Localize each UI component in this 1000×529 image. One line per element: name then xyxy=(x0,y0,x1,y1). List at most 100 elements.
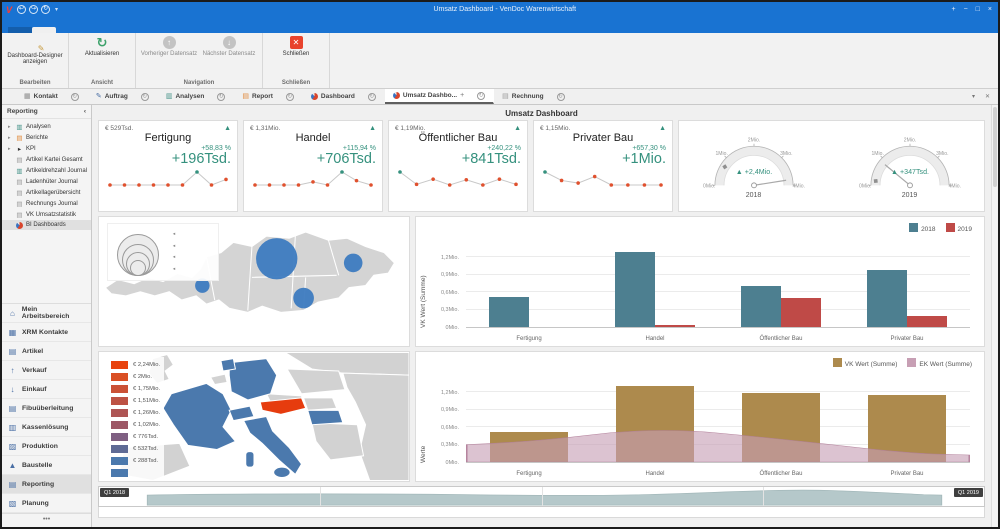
tree-item[interactable]: ▸ ▥ Artikeldrehzahl Journal xyxy=(2,165,91,176)
legend-item[interactable]: EK Wert (Summe) xyxy=(907,358,972,368)
tree-item[interactable]: ▸ ▤ Artikel Kartei Gesamt xyxy=(2,154,91,165)
tab-refresh-icon[interactable]: ↻ xyxy=(71,93,79,101)
bar-vk-wert-summe-[interactable] xyxy=(868,395,946,462)
module-item[interactable]: ▥ Kassenlösung xyxy=(2,418,91,437)
x-axis-labels: FertigungHandelÖffentlicher BauPrivater … xyxy=(466,471,970,477)
document-tab[interactable]: ▤ Rechnung + ↻ xyxy=(494,89,573,104)
maximize-button[interactable]: □ xyxy=(976,6,980,13)
tab-icon: ▤ xyxy=(242,93,249,100)
bar-vk-wert-summe-[interactable] xyxy=(616,386,694,462)
module-item[interactable]: ▤ Fibuüberleitung xyxy=(2,399,91,418)
refresh-button[interactable]: ↻ Aktualisieren xyxy=(73,35,131,57)
legend-value: € 1,51Mio. xyxy=(133,398,160,404)
legend-item[interactable]: 2018 xyxy=(909,223,935,233)
bar-vk-wert-summe-[interactable] xyxy=(742,393,820,462)
tab-refresh-icon[interactable]: ↻ xyxy=(217,93,225,101)
bar-2018[interactable] xyxy=(867,270,907,327)
arrow-down-circle-icon: ↓ xyxy=(223,36,236,49)
legend-item[interactable]: VK Wert (Summe) xyxy=(833,358,898,368)
bar-2018[interactable] xyxy=(741,286,781,327)
refresh-icon[interactable]: ↻ xyxy=(41,5,50,14)
collapse-sidebar-icon[interactable]: ‹ xyxy=(84,108,86,115)
document-tab[interactable]: Umsatz Dashbo... + ↻ xyxy=(385,89,494,104)
range-slider-track[interactable]: Q1 2018 Q1 2019 xyxy=(98,486,985,507)
tab-icon: ▥ xyxy=(166,93,173,100)
bar-vk-wert-summe-[interactable] xyxy=(490,432,568,462)
country-netherlands[interactable] xyxy=(221,359,235,371)
tab-list-dropdown-icon[interactable]: ▾ xyxy=(972,93,975,100)
vk-bar-chart-card: 20182019 VK Wert (Summe) 0Mio.0,3Mio.0,6… xyxy=(415,216,985,347)
module-item[interactable]: ▲ Baustelle xyxy=(2,456,91,475)
tab-refresh-icon[interactable]: ↻ xyxy=(557,93,565,101)
tab-refresh-icon[interactable]: ↻ xyxy=(141,93,149,101)
expand-arrow-icon[interactable]: ▸ xyxy=(8,135,13,141)
bar-2019[interactable] xyxy=(907,316,947,327)
sidebar-overflow-button[interactable]: ••• xyxy=(2,513,91,527)
tab-refresh-icon[interactable]: ↻ xyxy=(368,93,376,101)
tree-item[interactable]: ▸ ▤ Artikellagerübersicht xyxy=(2,187,91,198)
legend-item[interactable]: 2019 xyxy=(946,223,972,233)
previous-record-button[interactable]: ↑ Vorheriger Datensatz xyxy=(140,35,198,57)
trend-up-icon: ▲ xyxy=(514,125,521,132)
country-germany[interactable] xyxy=(229,359,277,400)
document-tab[interactable]: Dashboard + ↻ xyxy=(303,89,385,104)
range-start-handle[interactable]: Q1 2018 xyxy=(100,488,129,497)
module-item[interactable]: ⌂ Mein Arbeitsbereich xyxy=(2,304,91,323)
svg-text:▲ +2,4Mio.: ▲ +2,4Mio. xyxy=(735,168,771,176)
tabbar-close-icon[interactable]: ✕ xyxy=(985,93,990,100)
module-icon: ▤ xyxy=(8,347,17,356)
tree-item-icon: ▤ xyxy=(16,211,23,219)
country-france[interactable] xyxy=(163,383,235,449)
country-hungary[interactable] xyxy=(308,410,343,424)
range-end-handle[interactable]: Q1 2019 xyxy=(954,488,983,497)
tree-item[interactable]: ▸ ▸ KPI xyxy=(2,143,91,154)
pin-icon[interactable]: + xyxy=(460,92,464,99)
document-tab[interactable]: ▥ Analysen + ↻ xyxy=(158,89,235,104)
svg-text:2Mio.: 2Mio. xyxy=(903,137,915,143)
module-item[interactable]: ▦ XRM Kontakte xyxy=(2,323,91,342)
document-tab[interactable]: ▦ Kontakt + ↻ xyxy=(16,89,88,104)
bar-2019[interactable] xyxy=(655,325,695,327)
tree-item[interactable]: ▸ ▤ Berichte xyxy=(2,132,91,143)
tab-refresh-icon[interactable]: ↻ xyxy=(477,92,485,100)
module-item[interactable]: ↓ Einkauf xyxy=(2,380,91,399)
tree-item[interactable]: ▸ ▤ VK Umsatzstatistik xyxy=(2,209,91,220)
expand-arrow-icon[interactable]: ▸ xyxy=(8,146,13,152)
bubble-south[interactable] xyxy=(293,288,314,309)
redo-icon[interactable]: ↪ xyxy=(29,5,38,14)
group-label: Bearbeiten xyxy=(6,79,64,88)
bubble-large[interactable] xyxy=(256,238,297,279)
close-tab-button[interactable]: ✕ Schließen xyxy=(267,35,325,57)
window-title: Umsatz Dashboard - VenDoc Warenwirtschaf… xyxy=(58,6,951,13)
module-item[interactable]: ▨ Produktion xyxy=(2,437,91,456)
dashboard-designer-button[interactable]: ✎ Dashboard-Designer anzeigen xyxy=(6,35,64,65)
expand-arrow-icon[interactable]: ▸ xyxy=(8,124,13,130)
tree-item[interactable]: ▸ ▤ Rechnungs Journal xyxy=(2,198,91,209)
tree-item[interactable]: ▸ BI Dashboards xyxy=(2,220,91,230)
close-button[interactable]: × xyxy=(988,6,992,13)
bubble-east[interactable] xyxy=(344,254,363,273)
module-item[interactable]: ▤ Reporting xyxy=(2,475,91,494)
bar-2018[interactable] xyxy=(489,297,529,327)
tree-item[interactable]: ▸ ▤ Ladenhüter Journal xyxy=(2,176,91,187)
country-austria-highlighted[interactable] xyxy=(260,398,305,415)
tree-item-label: Artikeldrehzahl Journal xyxy=(26,168,87,174)
document-tab[interactable]: ✎ Auftrag + ↻ xyxy=(88,89,158,104)
bar-2018[interactable] xyxy=(615,252,655,327)
tab-refresh-icon[interactable]: ↻ xyxy=(286,93,294,101)
vertical-scrollbar[interactable] xyxy=(991,105,998,527)
tree-item[interactable]: ▸ ▥ Analysen xyxy=(2,121,91,132)
bar-2019[interactable] xyxy=(781,298,821,327)
module-item[interactable]: ↑ Verkauf xyxy=(2,361,91,380)
scrollbar-thumb[interactable] xyxy=(993,107,997,187)
legend-row: € 288Tsd. xyxy=(111,455,160,467)
undo-icon[interactable]: ↩ xyxy=(17,5,26,14)
module-item[interactable]: ▤ Artikel xyxy=(2,342,91,361)
country-switzerland[interactable] xyxy=(229,406,254,420)
minimize-button[interactable]: − xyxy=(964,6,968,13)
document-tab[interactable]: ▤ Report + ↻ xyxy=(234,89,303,104)
arrow-up-circle-icon: ↑ xyxy=(163,36,176,49)
restore-button[interactable]: + xyxy=(951,6,955,13)
next-record-button[interactable]: ↓ Nächster Datensatz xyxy=(200,35,258,57)
module-item[interactable]: ▧ Planung xyxy=(2,494,91,513)
